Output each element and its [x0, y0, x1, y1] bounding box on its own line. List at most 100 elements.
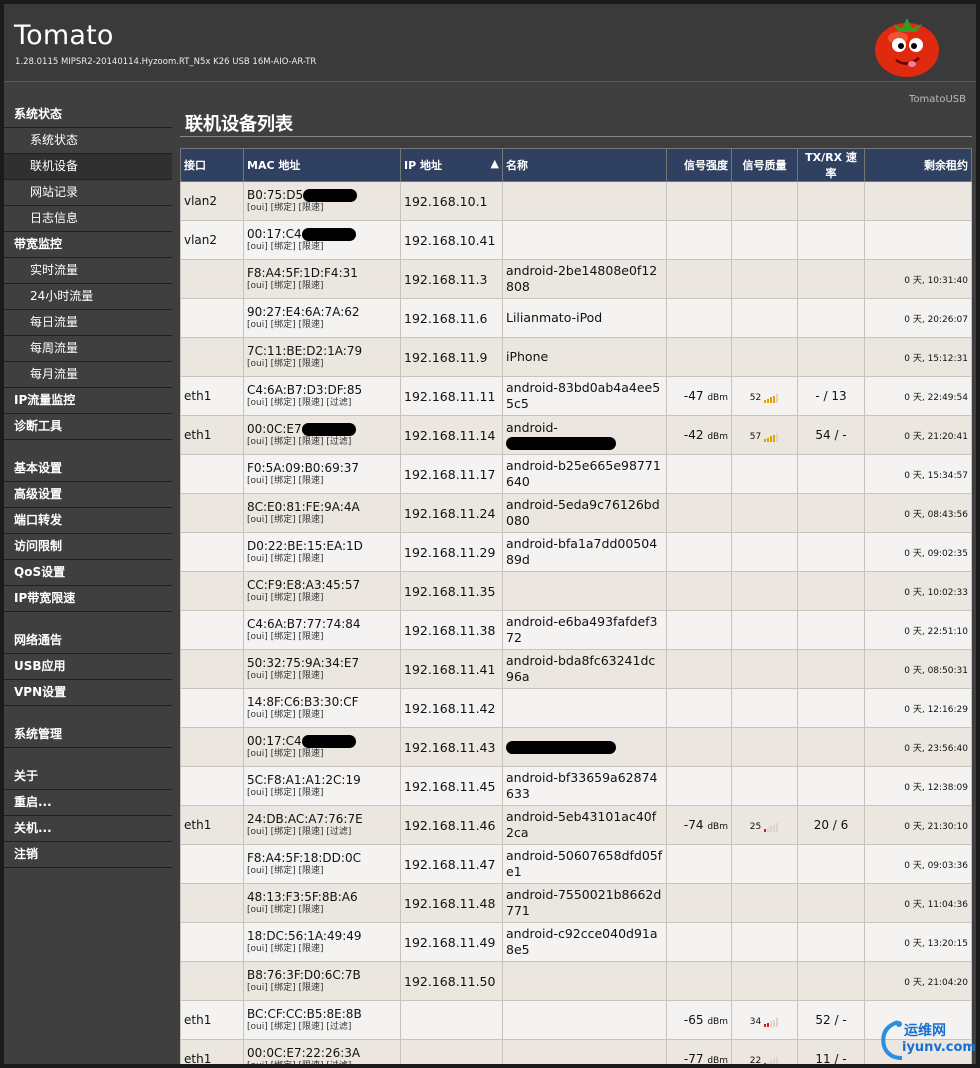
bind-link[interactable]: [绑定] — [271, 632, 296, 642]
bind-link[interactable]: [绑定] — [271, 905, 296, 915]
filter-link[interactable]: [过滤] — [326, 1061, 351, 1065]
sidebar-section[interactable]: 访问限制 — [4, 534, 172, 560]
limit-link[interactable]: [限速] — [299, 398, 324, 408]
column-header[interactable]: 名称 — [502, 148, 667, 182]
sidebar-section[interactable]: 基本设置 — [4, 456, 172, 482]
column-header[interactable]: IP 地址 ▲ — [400, 148, 503, 182]
sidebar-item[interactable]: 每月流量 — [4, 362, 172, 388]
column-header[interactable]: TX/RX 速率 — [797, 148, 865, 182]
oui-link[interactable]: [oui] — [247, 476, 268, 486]
sidebar-section[interactable]: 端口转发 — [4, 508, 172, 534]
sidebar-section[interactable]: USB应用 — [4, 654, 172, 680]
limit-link[interactable]: [限速] — [299, 320, 324, 330]
limit-link[interactable]: [限速] — [299, 476, 324, 486]
filter-link[interactable]: [过滤] — [326, 827, 351, 837]
bind-link[interactable]: [绑定] — [271, 1022, 296, 1032]
oui-link[interactable]: [oui] — [247, 788, 268, 798]
oui-link[interactable]: [oui] — [247, 359, 268, 369]
bind-link[interactable]: [绑定] — [271, 476, 296, 486]
sidebar-section[interactable]: 重启... — [4, 790, 172, 816]
oui-link[interactable]: [oui] — [247, 827, 268, 837]
oui-link[interactable]: [oui] — [247, 866, 268, 876]
oui-link[interactable]: [oui] — [247, 632, 268, 642]
sidebar-item[interactable]: 24小时流量 — [4, 284, 172, 310]
bind-link[interactable]: [绑定] — [271, 242, 296, 252]
limit-link[interactable]: [限速] — [299, 437, 324, 447]
bind-link[interactable]: [绑定] — [271, 671, 296, 681]
oui-link[interactable]: [oui] — [247, 242, 268, 252]
sidebar-item[interactable]: 每日流量 — [4, 310, 172, 336]
oui-link[interactable]: [oui] — [247, 593, 268, 603]
sidebar-section[interactable]: 注销 — [4, 842, 172, 868]
oui-link[interactable]: [oui] — [247, 1022, 268, 1032]
sidebar-item[interactable]: 每周流量 — [4, 336, 172, 362]
column-header[interactable]: 接口 — [180, 148, 244, 182]
oui-link[interactable]: [oui] — [247, 320, 268, 330]
oui-link[interactable]: [oui] — [247, 1061, 268, 1065]
sidebar-item[interactable]: 联机设备 — [4, 154, 172, 180]
bind-link[interactable]: [绑定] — [271, 944, 296, 954]
sidebar-section[interactable]: VPN设置 — [4, 680, 172, 706]
sidebar-section[interactable]: 带宽监控 — [4, 232, 172, 258]
bind-link[interactable]: [绑定] — [271, 983, 296, 993]
column-header[interactable]: 信号强度 — [666, 148, 732, 182]
column-header[interactable]: 信号质量 — [731, 148, 798, 182]
limit-link[interactable]: [限速] — [299, 671, 324, 681]
bind-link[interactable]: [绑定] — [271, 203, 296, 213]
bind-link[interactable]: [绑定] — [271, 866, 296, 876]
limit-link[interactable]: [限速] — [299, 632, 324, 642]
oui-link[interactable]: [oui] — [247, 515, 268, 525]
limit-link[interactable]: [限速] — [299, 242, 324, 252]
limit-link[interactable]: [限速] — [299, 944, 324, 954]
bind-link[interactable]: [绑定] — [271, 281, 296, 291]
oui-link[interactable]: [oui] — [247, 671, 268, 681]
bind-link[interactable]: [绑定] — [271, 320, 296, 330]
sidebar-section[interactable]: 系统状态 — [4, 102, 172, 128]
limit-link[interactable]: [限速] — [299, 866, 324, 876]
limit-link[interactable]: [限速] — [299, 710, 324, 720]
limit-link[interactable]: [限速] — [299, 515, 324, 525]
oui-link[interactable]: [oui] — [247, 203, 268, 213]
bind-link[interactable]: [绑定] — [271, 710, 296, 720]
sidebar-section[interactable]: IP流量监控 — [4, 388, 172, 414]
sidebar-item[interactable]: 实时流量 — [4, 258, 172, 284]
limit-link[interactable]: [限速] — [299, 554, 324, 564]
sidebar-item[interactable]: 日志信息 — [4, 206, 172, 232]
sidebar-section[interactable]: 高级设置 — [4, 482, 172, 508]
sidebar-item[interactable]: 网站记录 — [4, 180, 172, 206]
oui-link[interactable]: [oui] — [247, 749, 268, 759]
limit-link[interactable]: [限速] — [299, 203, 324, 213]
oui-link[interactable]: [oui] — [247, 710, 268, 720]
bind-link[interactable]: [绑定] — [271, 554, 296, 564]
oui-link[interactable]: [oui] — [247, 554, 268, 564]
oui-link[interactable]: [oui] — [247, 398, 268, 408]
sidebar-section[interactable]: 诊断工具 — [4, 414, 172, 440]
bind-link[interactable]: [绑定] — [271, 593, 296, 603]
limit-link[interactable]: [限速] — [299, 983, 324, 993]
sidebar-section[interactable]: QoS设置 — [4, 560, 172, 586]
oui-link[interactable]: [oui] — [247, 983, 268, 993]
limit-link[interactable]: [限速] — [299, 359, 324, 369]
oui-link[interactable]: [oui] — [247, 437, 268, 447]
oui-link[interactable]: [oui] — [247, 281, 268, 291]
bind-link[interactable]: [绑定] — [271, 515, 296, 525]
limit-link[interactable]: [限速] — [299, 788, 324, 798]
bind-link[interactable]: [绑定] — [271, 359, 296, 369]
limit-link[interactable]: [限速] — [299, 1061, 324, 1065]
sidebar-section[interactable]: 网络通告 — [4, 628, 172, 654]
sidebar-section[interactable]: 系统管理 — [4, 722, 172, 748]
oui-link[interactable]: [oui] — [247, 944, 268, 954]
filter-link[interactable]: [过滤] — [326, 398, 351, 408]
column-header[interactable]: MAC 地址 — [243, 148, 401, 182]
sidebar-item[interactable]: 系统状态 — [4, 128, 172, 154]
limit-link[interactable]: [限速] — [299, 905, 324, 915]
oui-link[interactable]: [oui] — [247, 905, 268, 915]
limit-link[interactable]: [限速] — [299, 1022, 324, 1032]
limit-link[interactable]: [限速] — [299, 749, 324, 759]
limit-link[interactable]: [限速] — [299, 281, 324, 291]
sidebar-section[interactable]: IP带宽限速 — [4, 586, 172, 612]
bind-link[interactable]: [绑定] — [271, 749, 296, 759]
bind-link[interactable]: [绑定] — [271, 398, 296, 408]
limit-link[interactable]: [限速] — [299, 593, 324, 603]
filter-link[interactable]: [过滤] — [326, 1022, 351, 1032]
